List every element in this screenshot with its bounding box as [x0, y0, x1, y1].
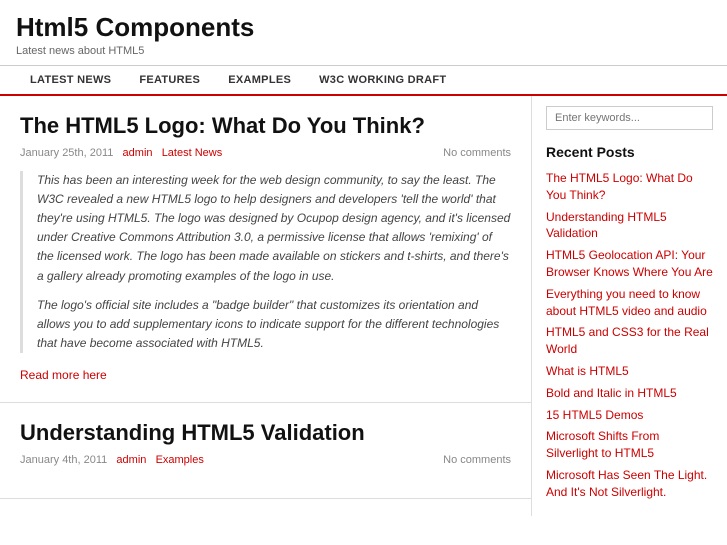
article-1-date-author: January 4th, 2011 admin Examples	[20, 454, 204, 466]
recent-post-link[interactable]: Understanding HTML5 Validation	[546, 209, 713, 243]
recent-post-item: 15 HTML5 Demos	[546, 407, 713, 424]
site-header: Html5 Components Latest news about HTML5	[0, 0, 727, 66]
recent-post-link[interactable]: HTML5 Geolocation API: Your Browser Know…	[546, 247, 713, 281]
recent-post-item: Microsoft Shifts From Silverlight to HTM…	[546, 428, 713, 462]
article-0-body2: The logo's official site includes a "bad…	[37, 296, 511, 354]
article-0-comments: No comments	[443, 147, 511, 159]
site-subtitle: Latest news about HTML5	[16, 45, 711, 57]
recent-post-link[interactable]: 15 HTML5 Demos	[546, 407, 713, 424]
sidebar: Recent Posts The HTML5 Logo: What Do You…	[532, 96, 727, 516]
recent-post-item: Microsoft Has Seen The Light. And It's N…	[546, 467, 713, 501]
article-0-author[interactable]: admin	[123, 147, 153, 159]
recent-posts-section: Recent Posts The HTML5 Logo: What Do You…	[546, 144, 713, 501]
recent-post-item: What is HTML5	[546, 363, 713, 380]
recent-post-link[interactable]: What is HTML5	[546, 363, 713, 380]
recent-post-link[interactable]: The HTML5 Logo: What Do You Think?	[546, 170, 713, 204]
article-1: Understanding HTML5 Validation January 4…	[0, 403, 531, 499]
recent-post-link[interactable]: Microsoft Shifts From Silverlight to HTM…	[546, 428, 713, 462]
recent-post-item: Understanding HTML5 Validation	[546, 209, 713, 243]
content-area: The HTML5 Logo: What Do You Think? Janua…	[0, 96, 532, 516]
article-0-date: January 25th, 2011	[20, 147, 113, 159]
article-0-meta: January 25th, 2011 admin Latest News No …	[20, 147, 511, 159]
article-0-body1: This has been an interesting week for th…	[37, 171, 511, 286]
article-0-date-author: January 25th, 2011 admin Latest News	[20, 147, 222, 159]
recent-posts-title: Recent Posts	[546, 144, 713, 160]
article-0-read-more[interactable]: Read more here	[20, 368, 107, 382]
nav-item-latest-news[interactable]: LATEST NEWS	[16, 66, 125, 94]
article-1-meta: January 4th, 2011 admin Examples No comm…	[20, 454, 511, 466]
recent-post-item: HTML5 Geolocation API: Your Browser Know…	[546, 247, 713, 281]
article-1-author[interactable]: admin	[116, 454, 146, 466]
recent-post-link[interactable]: HTML5 and CSS3 for the Real World	[546, 324, 713, 358]
recent-posts-list: The HTML5 Logo: What Do You Think? Unders…	[546, 170, 713, 501]
nav-item-features[interactable]: FEATURES	[125, 66, 214, 94]
recent-post-item: The HTML5 Logo: What Do You Think?	[546, 170, 713, 204]
recent-post-link[interactable]: Microsoft Has Seen The Light. And It's N…	[546, 467, 713, 501]
site-title: Html5 Components	[16, 12, 711, 43]
article-0-title: The HTML5 Logo: What Do You Think?	[20, 112, 511, 141]
recent-post-item: Bold and Italic in HTML5	[546, 385, 713, 402]
article-0-body: This has been an interesting week for th…	[20, 171, 511, 354]
main-layout: The HTML5 Logo: What Do You Think? Janua…	[0, 96, 727, 516]
article-0: The HTML5 Logo: What Do You Think? Janua…	[0, 96, 531, 403]
recent-post-item: Everything you need to know about HTML5 …	[546, 286, 713, 320]
recent-post-item: HTML5 and CSS3 for the Real World	[546, 324, 713, 358]
nav-item-w3c[interactable]: W3C WORKING DRAFT	[305, 66, 460, 94]
article-1-date: January 4th, 2011	[20, 454, 107, 466]
recent-post-link[interactable]: Bold and Italic in HTML5	[546, 385, 713, 402]
nav-item-examples[interactable]: EXAMPLES	[214, 66, 305, 94]
search-input[interactable]	[546, 106, 713, 130]
article-0-category[interactable]: Latest News	[162, 147, 223, 159]
article-1-title: Understanding HTML5 Validation	[20, 419, 511, 448]
main-nav: LATEST NEWS FEATURES EXAMPLES W3C WORKIN…	[0, 66, 727, 96]
article-1-comments: No comments	[443, 454, 511, 466]
recent-post-link[interactable]: Everything you need to know about HTML5 …	[546, 286, 713, 320]
article-1-category[interactable]: Examples	[156, 454, 204, 466]
